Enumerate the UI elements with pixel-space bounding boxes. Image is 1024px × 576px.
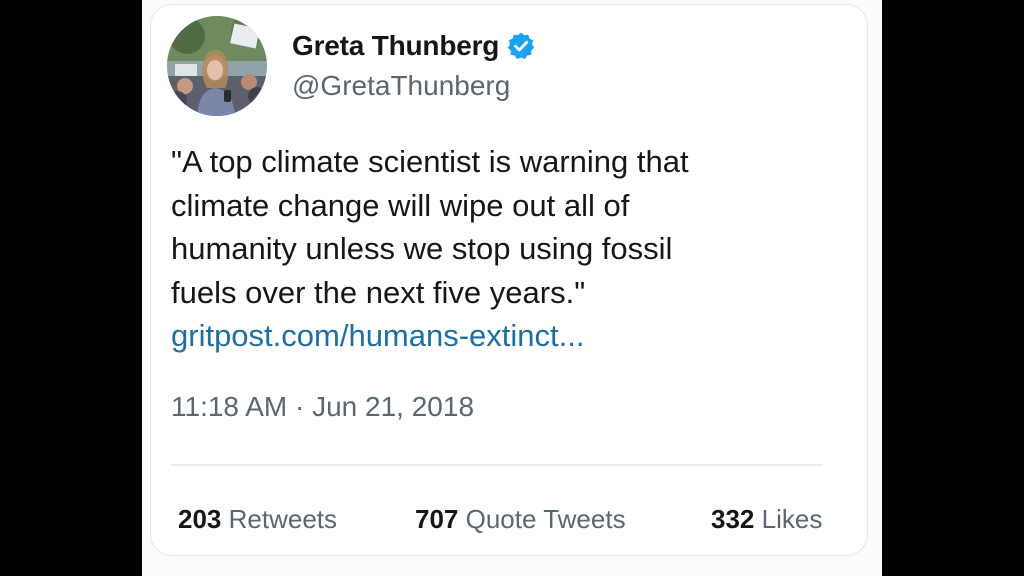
tweet-text-line: "A top climate scientist is warning that	[171, 144, 689, 179]
tweet-body: "A top climate scientist is warning that…	[171, 140, 851, 358]
verified-badge-icon	[506, 31, 536, 61]
tweet-stats: 203 Retweets 707 Quote Tweets 332 Likes	[0, 504, 1024, 544]
tweet-text-line: climate change will wipe out all of	[171, 187, 630, 223]
tweet-timestamp[interactable]: 11:18 AM · Jun 21, 2018	[171, 391, 474, 423]
quote-tweets-stat[interactable]: 707 Quote Tweets	[415, 504, 626, 535]
author-name-row[interactable]: Greta Thunberg	[292, 26, 536, 66]
profile-photo-image	[167, 16, 267, 116]
divider	[171, 464, 823, 466]
screen: Greta Thunberg @GretaThunberg "A top cli…	[0, 0, 1024, 576]
likes-label: Likes	[761, 504, 823, 534]
retweets-label: Retweets	[228, 504, 338, 534]
quote-tweets-label: Quote Tweets	[465, 504, 626, 534]
retweets-count: 203	[178, 504, 222, 534]
author-display-name[interactable]: Greta Thunberg	[292, 30, 499, 62]
avatar[interactable]	[167, 16, 267, 116]
author-handle[interactable]: @GretaThunberg	[292, 70, 510, 102]
retweets-stat[interactable]: 203 Retweets	[178, 504, 337, 535]
tweet-text-line: humanity unless we stop using fossil	[171, 231, 673, 266]
quote-tweets-count: 707	[415, 504, 459, 534]
likes-stat[interactable]: 332 Likes	[711, 504, 822, 535]
tweet-link[interactable]: gritpost.com/humans-extinct...	[171, 318, 585, 353]
likes-count: 332	[711, 504, 755, 534]
tweet-text-line: fuels over the next five years."	[171, 274, 586, 310]
